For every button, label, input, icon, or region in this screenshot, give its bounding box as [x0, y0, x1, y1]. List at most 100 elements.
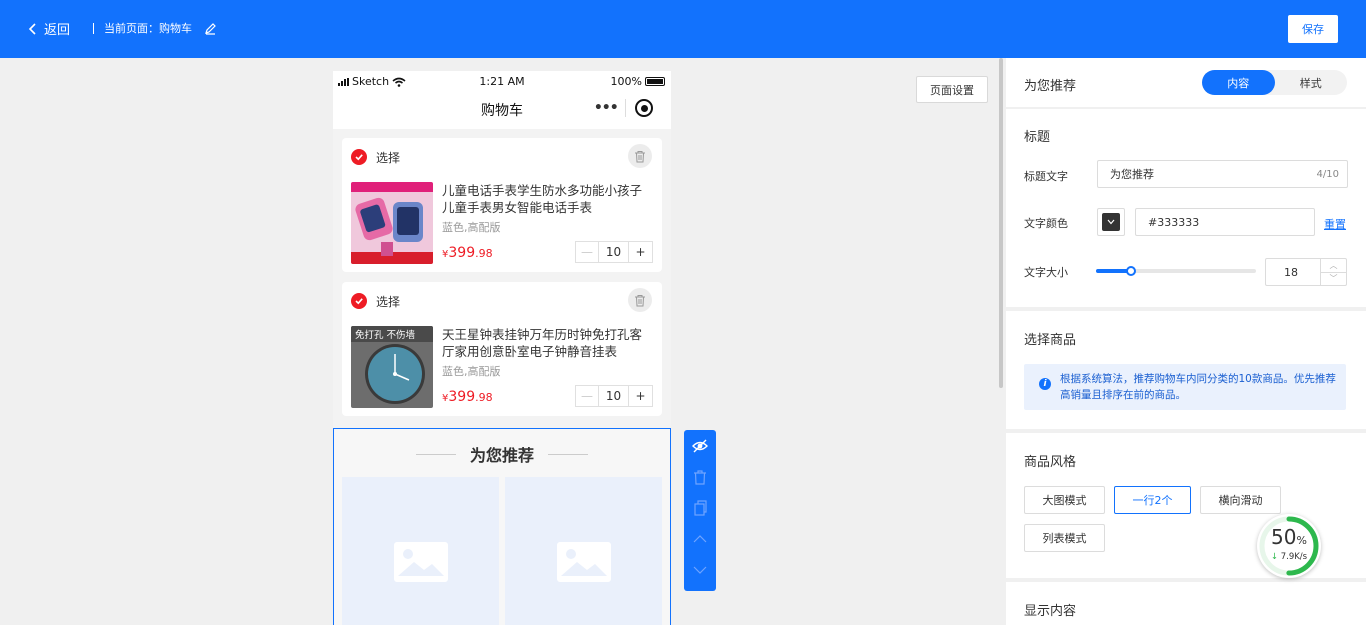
product-thumbnail[interactable]: 免打孔 不伤墙 — [351, 326, 433, 408]
info-notice: i 根据系统算法，推荐购物车内同分类的10款商品。优先推荐高销量且排序在前的商品… — [1024, 364, 1346, 410]
phone-preview: Sketch 1:21 AM 100% 购物车 ••• 选择 儿童电话手表学生防… — [333, 71, 671, 625]
font-size-slider[interactable] — [1096, 266, 1256, 276]
close-circle-icon[interactable] — [625, 99, 663, 117]
canvas-scrollbar[interactable] — [999, 58, 1003, 388]
cart-item[interactable]: 选择 免打孔 不伤墙 天王星钟表挂钟万年历时钟免打孔客厅家用创意卧室电子钟静音挂… — [342, 282, 662, 416]
chevron-down-icon — [1107, 219, 1115, 225]
title-text-value: 为您推荐 — [1110, 168, 1154, 181]
chevron-down-icon — [693, 566, 707, 574]
decrement-button[interactable]: ﹀ — [1321, 273, 1346, 286]
image-placeholder-icon — [556, 542, 611, 582]
copy-module-button[interactable] — [684, 492, 716, 523]
cart-item[interactable]: 选择 儿童电话手表学生防水多功能小孩子儿童手表男女智能电话手表 蓝色,高配版 ¥… — [342, 138, 662, 272]
thumb-caption: 免打孔 不伤墙 — [355, 329, 416, 341]
color-hex-value: #333333 — [1148, 215, 1200, 229]
text-color-label: 文字颜色 — [1024, 217, 1068, 230]
speed-percent: 50% — [1271, 525, 1307, 549]
module-toolbox — [684, 430, 716, 591]
product-placeholder — [342, 477, 499, 625]
product-spec: 蓝色,高配版 — [442, 365, 501, 378]
font-size-input[interactable]: 18 ︿ ﹀ — [1265, 258, 1347, 286]
panel-tabs: 内容 样式 — [1202, 70, 1347, 95]
panel-header: 为您推荐 内容 样式 — [1006, 58, 1366, 107]
move-up-button[interactable] — [684, 523, 716, 554]
hide-module-button[interactable] — [684, 430, 716, 461]
image-placeholder-icon — [393, 542, 448, 582]
section-heading: 商品风格 — [1024, 455, 1077, 470]
product-name[interactable]: 儿童电话手表学生防水多功能小孩子儿童手表男女智能电话手表 — [442, 182, 652, 216]
info-text: 根据系统算法，推荐购物车内同分类的10款商品。优先推荐高销量且排序在前的商品。 — [1060, 373, 1336, 401]
checkbox-checked-icon[interactable] — [351, 293, 367, 309]
chevron-left-icon — [28, 22, 36, 35]
phone-header: Sketch 1:21 AM 100% 购物车 ••• — [333, 71, 671, 129]
display-content-section: 显示内容 — [1006, 582, 1366, 625]
battery-indicator: 100% — [611, 75, 665, 88]
editor-canvas: 页面设置 Sketch 1:21 AM 100% 购物车 ••• 选择 儿童电话… — [0, 58, 1005, 625]
tab-content[interactable]: 内容 — [1202, 70, 1275, 95]
title-text-input[interactable]: 为您推荐 4/10 — [1097, 160, 1348, 188]
page-settings-button[interactable]: 页面设置 — [916, 76, 988, 103]
color-hex-input[interactable]: #333333 — [1135, 208, 1315, 236]
title-settings-section: 标题 标题文字 为您推荐 4/10 文字颜色 #333333 重置 文字大小 1… — [1006, 109, 1366, 307]
trash-icon[interactable] — [628, 144, 652, 168]
back-button[interactable]: 返回 — [28, 19, 70, 38]
tab-style[interactable]: 样式 — [1275, 70, 1348, 95]
section-heading: 显示内容 — [1024, 604, 1077, 619]
breadcrumb: 当前页面：购物车 — [93, 20, 217, 36]
product-price: ¥399.98 — [442, 389, 493, 405]
increment-button[interactable]: + — [629, 242, 652, 262]
quantity-stepper: — 10 + — [575, 385, 653, 407]
style-option-two-per-row[interactable]: 一行2个 — [1114, 486, 1191, 514]
font-size-value[interactable]: 18 — [1266, 259, 1320, 285]
chevron-up-icon — [693, 534, 707, 542]
move-down-button[interactable] — [684, 554, 716, 585]
save-button[interactable]: 保存 — [1288, 15, 1338, 43]
goods-settings-section: 选择商品 i 根据系统算法，推荐购物车内同分类的10款商品。优先推荐高销量且排序… — [1006, 311, 1366, 429]
checkbox-checked-icon[interactable] — [351, 149, 367, 165]
increment-button[interactable]: ︿ — [1321, 259, 1346, 273]
font-size-label: 文字大小 — [1024, 266, 1068, 279]
product-placeholder — [505, 477, 662, 625]
info-icon: i — [1039, 378, 1051, 390]
product-name[interactable]: 天王星钟表挂钟万年历时钟免打孔客厅家用创意卧室电子钟静音挂表 — [442, 326, 652, 360]
recommend-title: 为您推荐 — [334, 442, 670, 466]
battery-percent: 100% — [610, 75, 642, 88]
decrement-button[interactable]: — — [576, 242, 599, 262]
battery-icon — [645, 77, 665, 86]
product-thumbnail[interactable] — [351, 182, 433, 264]
select-label: 选择 — [376, 295, 401, 309]
trash-icon[interactable] — [628, 288, 652, 312]
slider-handle[interactable] — [1126, 266, 1137, 276]
trash-icon — [694, 469, 706, 485]
quantity-value[interactable]: 10 — [599, 386, 629, 406]
quantity-stepper: — 10 + — [575, 241, 653, 263]
style-option-large[interactable]: 大图模式 — [1024, 486, 1105, 514]
increment-button[interactable]: + — [629, 386, 652, 406]
quantity-value[interactable]: 10 — [599, 242, 629, 262]
reset-color-link[interactable]: 重置 — [1324, 216, 1346, 232]
style-option-list[interactable]: 列表模式 — [1024, 524, 1105, 552]
panel-title: 为您推荐 — [1024, 79, 1077, 94]
back-label: 返回 — [44, 23, 71, 38]
product-price: ¥399.98 — [442, 245, 493, 261]
arrow-down-icon: ↓ — [1270, 552, 1279, 562]
current-page-label: 当前页面：购物车 — [104, 22, 192, 35]
edit-icon[interactable] — [204, 22, 217, 35]
recommend-module[interactable]: 为您推荐 — [333, 428, 671, 625]
divider — [93, 22, 94, 34]
more-icon[interactable]: ••• — [587, 100, 625, 116]
style-option-horizontal-scroll[interactable]: 横向滑动 — [1200, 486, 1281, 514]
eye-off-icon — [692, 439, 708, 452]
top-bar: 返回 当前页面：购物车 保存 — [0, 0, 1366, 58]
recommend-title-text: 为您推荐 — [469, 446, 534, 465]
char-counter: 4/10 — [1316, 169, 1339, 180]
color-picker[interactable] — [1097, 208, 1125, 236]
select-label: 选择 — [376, 151, 401, 165]
title-text-label: 标题文字 — [1024, 170, 1068, 183]
delete-module-button[interactable] — [684, 461, 716, 492]
section-heading: 选择商品 — [1024, 333, 1077, 348]
decrement-button[interactable]: — — [576, 386, 599, 406]
product-spec: 蓝色,高配版 — [442, 221, 501, 234]
mini-program-capsule: ••• — [587, 94, 663, 122]
network-speed-widget[interactable]: 50% ↓ 7.9K/s — [1257, 514, 1321, 578]
